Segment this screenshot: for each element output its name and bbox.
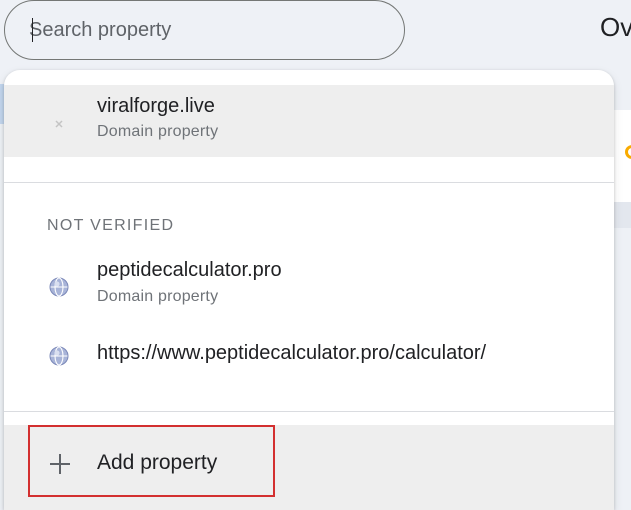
property-name: peptidecalculator.pro	[97, 259, 282, 281]
property-dropdown: viralforge.live Domain property NOT VERI…	[4, 70, 614, 510]
globe-icon	[49, 277, 69, 297]
add-property-label: Add property	[97, 451, 218, 474]
text-cursor	[32, 18, 33, 42]
background-divider	[614, 202, 631, 228]
property-url: https://www.peptidecalculator.pro/calcul…	[97, 342, 487, 364]
property-selector-screen: Ov viralforge.live Domain property NOT V…	[0, 0, 631, 510]
property-search-box[interactable]	[4, 0, 405, 60]
add-property-button[interactable]: Add property	[4, 425, 614, 510]
section-divider	[4, 182, 614, 183]
search-input[interactable]	[29, 16, 379, 44]
section-label-not-verified: NOT VERIFIED	[47, 217, 175, 234]
section-divider	[4, 411, 614, 412]
plus-icon	[50, 454, 70, 474]
property-name: viralforge.live	[97, 95, 215, 117]
page-title: Ov	[600, 12, 631, 42]
property-type: Domain property	[97, 123, 219, 140]
property-type: Domain property	[97, 288, 219, 305]
property-item-viralforge[interactable]: viralforge.live Domain property	[4, 85, 614, 157]
property-item-peptidecalculator-domain[interactable]: peptidecalculator.pro Domain property	[4, 250, 614, 320]
crossed-out-icon	[55, 120, 63, 128]
property-item-peptidecalculator-url[interactable]: https://www.peptidecalculator.pro/calcul…	[4, 326, 614, 386]
globe-icon	[49, 346, 69, 366]
